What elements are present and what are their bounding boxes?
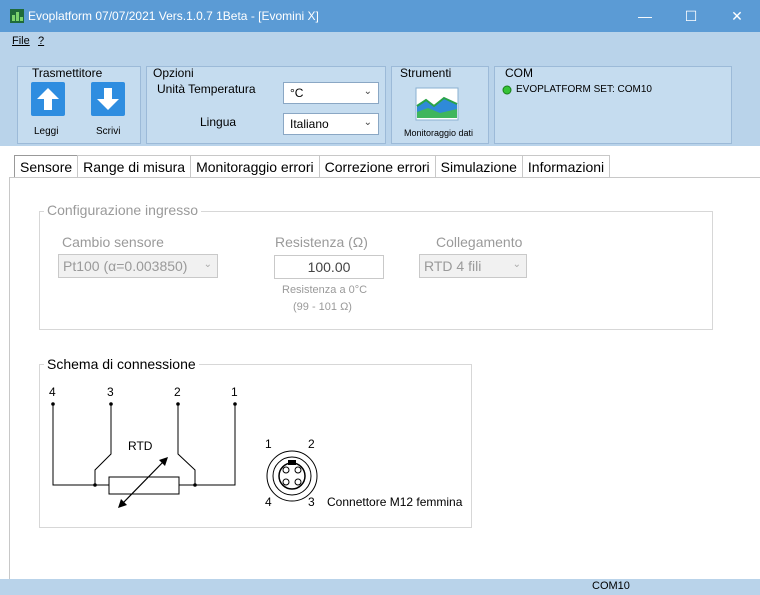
- language-value: Italiano: [290, 117, 329, 131]
- pin-label: 1: [231, 385, 238, 399]
- tab-simulazione[interactable]: Simulazione: [434, 155, 523, 177]
- monitor-label: Monitoraggio dati: [404, 128, 474, 138]
- pin-label: 4: [49, 385, 56, 399]
- com-status-text: EVOPLATFORM SET: COM10: [516, 84, 652, 95]
- wiring-diagram: 4 3 2 1 RTD 1 2 4 3 Connettore M12 femmi…: [49, 385, 463, 509]
- tab-informazioni[interactable]: Informazioni: [521, 155, 611, 177]
- pin-label: 3: [107, 385, 114, 399]
- menu-bar: File ?: [0, 32, 760, 52]
- tab-range[interactable]: Range di misura: [77, 155, 192, 177]
- title-bar: Evoplatform 07/07/2021 Vers.1.0.7 1Beta …: [0, 0, 760, 32]
- status-led-icon: [502, 85, 512, 95]
- schema-legend: Schema di connessione: [44, 356, 199, 372]
- close-button[interactable]: ✕: [714, 0, 760, 32]
- resistance-note-1: Resistenza a 0°C: [282, 284, 368, 296]
- resistance-note-2: (99 - 101 Ω): [293, 301, 352, 313]
- connection-select[interactable]: RTD 4 fili ⌄: [419, 254, 527, 278]
- read-label: Leggi: [34, 126, 59, 137]
- tab-sensore[interactable]: Sensore: [14, 155, 79, 177]
- window-title: Evoplatform 07/07/2021 Vers.1.0.7 1Beta …: [28, 9, 319, 23]
- unit-select[interactable]: °C ⌄: [283, 82, 379, 104]
- group-title-com: COM: [505, 66, 533, 80]
- connection-value: RTD 4 fili: [424, 258, 482, 274]
- m12-pin-label: 3: [308, 495, 315, 509]
- menu-file[interactable]: File: [12, 35, 30, 47]
- minimize-button[interactable]: —: [622, 0, 668, 32]
- config-legend: Configurazione ingresso: [44, 202, 201, 218]
- group-title-strumenti: Strumenti: [400, 66, 452, 80]
- status-port: COM10: [592, 580, 630, 592]
- chevron-down-icon: ⌄: [512, 259, 521, 270]
- maximize-icon: ☐: [684, 7, 698, 24]
- connection-label: Collegamento: [436, 234, 523, 250]
- sensor-label: Cambio sensore: [62, 234, 164, 250]
- minimize-icon: —: [638, 8, 652, 24]
- unit-label: Unità Temperatura: [157, 82, 256, 96]
- m12-pin-label: 1: [265, 437, 272, 451]
- read-button[interactable]: [31, 82, 65, 116]
- tab-strip: Sensore Range di misura Monitoraggio err…: [14, 155, 611, 177]
- sensor-value: Pt100 (α=0.003850): [63, 258, 188, 274]
- tab-correzione-errori[interactable]: Correzione errori: [318, 155, 436, 177]
- rtd-label: RTD: [128, 439, 153, 453]
- status-bar: COM10: [0, 579, 760, 595]
- ribbon: Trasmettitore Leggi Scrivi Opzioni Unità…: [0, 52, 760, 146]
- sensor-select[interactable]: Pt100 (α=0.003850) ⌄: [58, 254, 218, 278]
- unit-value: °C: [290, 86, 304, 100]
- arrow-down-icon: [97, 88, 119, 110]
- chevron-down-icon: ⌄: [203, 259, 212, 270]
- chevron-down-icon: ⌄: [363, 86, 372, 97]
- group-title-trasmettitore: Trasmettitore: [32, 66, 103, 80]
- arrow-up-icon: [37, 88, 59, 110]
- connector-label: Connettore M12 femmina: [327, 495, 463, 509]
- maximize-button[interactable]: ☐: [668, 0, 714, 32]
- resistance-label: Resistenza (Ω): [275, 234, 368, 250]
- close-icon: ✕: [731, 7, 743, 24]
- language-select[interactable]: Italiano ⌄: [283, 113, 379, 135]
- tab-monitoraggio-errori[interactable]: Monitoraggio errori: [190, 155, 320, 177]
- monitor-button[interactable]: [414, 84, 460, 122]
- chart-icon: [415, 87, 459, 121]
- m12-pin-label: 4: [265, 495, 272, 509]
- pin-label: 2: [174, 385, 181, 399]
- menu-help[interactable]: ?: [38, 35, 44, 47]
- write-button[interactable]: [91, 82, 125, 116]
- write-label: Scrivi: [96, 126, 121, 137]
- app-icon: [10, 9, 24, 23]
- resistance-input[interactable]: 100.00: [274, 255, 384, 279]
- chevron-down-icon: ⌄: [363, 117, 372, 128]
- language-label: Lingua: [200, 115, 237, 129]
- m12-connector-icon: [266, 450, 318, 502]
- group-title-opzioni: Opzioni: [153, 66, 194, 80]
- m12-pin-label: 2: [308, 437, 315, 451]
